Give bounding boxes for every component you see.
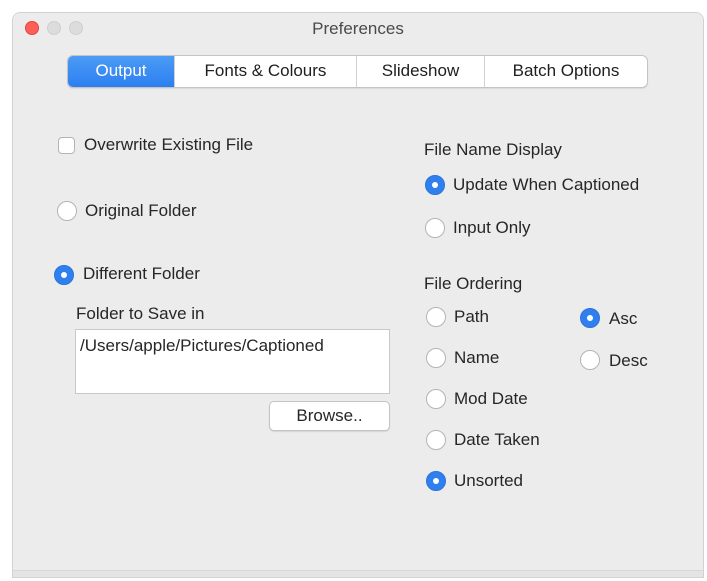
update-when-captioned-label: Update When Captioned bbox=[453, 175, 640, 194]
folder-to-save-label: Folder to Save in bbox=[76, 304, 205, 323]
order-date-taken-label: Date Taken bbox=[454, 430, 540, 449]
order-date-taken-radio[interactable] bbox=[426, 430, 446, 450]
order-mod-date-label: Mod Date bbox=[454, 389, 528, 408]
window-title: Preferences bbox=[312, 19, 404, 38]
file-ordering-heading: File Ordering bbox=[424, 274, 523, 293]
different-folder-radio[interactable] bbox=[54, 265, 74, 285]
update-when-captioned-radio[interactable] bbox=[425, 175, 445, 195]
order-name-radio[interactable] bbox=[426, 348, 446, 368]
browse-button[interactable]: Browse.. bbox=[269, 401, 390, 431]
tab-output[interactable]: Output bbox=[68, 56, 174, 87]
order-path-radio[interactable] bbox=[426, 307, 446, 327]
order-asc-label: Asc bbox=[609, 309, 638, 328]
order-asc-radio[interactable] bbox=[580, 308, 600, 328]
order-unsorted-label: Unsorted bbox=[454, 471, 523, 490]
input-only-label: Input Only bbox=[453, 218, 531, 237]
input-only-radio[interactable] bbox=[425, 218, 445, 238]
tab-bar: Output Fonts & Colours Slideshow Batch O… bbox=[67, 55, 648, 88]
folder-path-field[interactable]: /Users/apple/Pictures/Captioned bbox=[75, 329, 390, 394]
different-folder-label: Different Folder bbox=[83, 264, 200, 283]
original-folder-label: Original Folder bbox=[85, 201, 197, 220]
title-bar: Preferences bbox=[13, 13, 703, 43]
order-name-label: Name bbox=[454, 348, 500, 367]
tab-fonts-colours[interactable]: Fonts & Colours bbox=[174, 56, 356, 87]
overwrite-checkbox[interactable] bbox=[58, 137, 75, 154]
order-mod-date-radio[interactable] bbox=[426, 389, 446, 409]
tab-batch-options[interactable]: Batch Options bbox=[484, 56, 647, 87]
original-folder-radio[interactable] bbox=[57, 201, 77, 221]
order-desc-radio[interactable] bbox=[580, 350, 600, 370]
window-bottom-edge bbox=[13, 570, 703, 577]
tab-slideshow[interactable]: Slideshow bbox=[356, 56, 484, 87]
file-name-display-heading: File Name Display bbox=[424, 140, 562, 159]
order-unsorted-radio[interactable] bbox=[426, 471, 446, 491]
order-path-label: Path bbox=[454, 307, 489, 326]
order-desc-label: Desc bbox=[609, 351, 648, 370]
preferences-window: Preferences Output Fonts & Colours Slide… bbox=[12, 12, 704, 578]
overwrite-label: Overwrite Existing File bbox=[84, 135, 254, 154]
